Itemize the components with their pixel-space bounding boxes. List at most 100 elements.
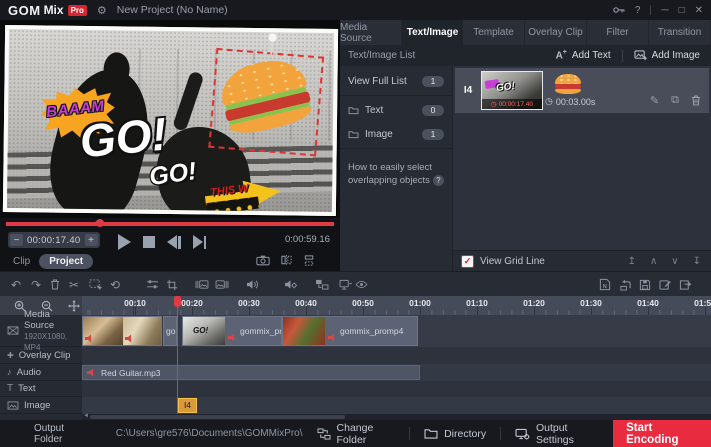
image-group-item[interactable]: Image 1 — [340, 122, 452, 146]
project-tab[interactable]: Project — [39, 254, 93, 269]
progress-marker[interactable] — [94, 217, 105, 228]
tab-filter[interactable]: Filter — [587, 20, 649, 45]
license-key-icon[interactable] — [613, 6, 625, 14]
go-text-small: GO! — [148, 157, 199, 192]
folder-icon — [348, 106, 359, 115]
preview-progress-bar[interactable] — [6, 222, 334, 226]
track-header-text[interactable]: T Text — [0, 381, 82, 397]
next-frame-button[interactable] — [193, 235, 207, 249]
view-grid-line-checkbox[interactable]: ✓ — [461, 255, 474, 268]
directory-button[interactable]: Directory — [410, 420, 500, 447]
insert-image-left-icon[interactable] — [194, 277, 210, 292]
scroll-left-icon[interactable]: ◄ — [83, 413, 89, 419]
image-item-row[interactable]: I4 GO! ◷00:00:17.40 ◷00:03.00s ✎ ⧉ — [455, 68, 709, 113]
gom-logo: GOM — [8, 3, 41, 18]
track-header-media[interactable]: Media Source1920X1080, MP4 — [0, 315, 82, 347]
move-down-icon[interactable]: ∨ — [671, 256, 678, 267]
audio-settings-icon[interactable] — [283, 277, 299, 292]
help-icon[interactable]: ? — [635, 5, 641, 16]
minimize-button[interactable]: ─ — [661, 5, 668, 16]
time-increment-button[interactable]: + — [85, 234, 98, 246]
new-project-icon[interactable]: N — [597, 277, 613, 292]
delete-item-icon[interactable] — [691, 94, 701, 107]
text-track-icon: T — [7, 383, 13, 394]
duplicate-item-icon[interactable]: ⧉ — [671, 94, 679, 107]
delete-icon[interactable] — [47, 277, 63, 292]
burger-selection-box[interactable] — [208, 48, 324, 157]
insert-image-right-icon[interactable] — [214, 277, 230, 292]
item-burger-thumbnail[interactable] — [555, 74, 581, 95]
tab-template[interactable]: Template — [463, 20, 525, 45]
flip-vertical-icon[interactable] — [303, 254, 316, 266]
clip-tab[interactable]: Clip — [8, 254, 35, 269]
extract-frame-icon[interactable] — [337, 277, 353, 292]
open-project-icon[interactable] — [617, 277, 633, 292]
select-marquee-icon[interactable] — [87, 277, 103, 292]
media-clip-1[interactable] — [82, 316, 162, 346]
change-folder-button[interactable]: Change Folder — [303, 420, 410, 447]
divider — [340, 148, 452, 149]
music-note-icon: ♪ — [7, 367, 12, 378]
move-up-icon[interactable]: ∧ — [650, 256, 657, 267]
count-badge: 0 — [422, 105, 444, 116]
play-button[interactable] — [118, 234, 131, 250]
scrollbar-thumb[interactable] — [90, 415, 345, 419]
rotate-selection-icon[interactable]: ⟲ — [107, 277, 123, 292]
tab-transition[interactable]: Transition — [649, 20, 711, 45]
output-settings-button[interactable]: Output Settings — [501, 420, 611, 447]
total-duration: 0:00:59.16 — [285, 234, 330, 245]
split-scissors-icon[interactable]: ✂ — [66, 277, 82, 292]
adjust-sliders-icon[interactable] — [144, 277, 160, 292]
item-video-thumbnail[interactable]: GO! ◷00:00:17.40 — [481, 71, 543, 110]
add-text-button[interactable]: A+ Add Text — [545, 45, 622, 66]
maximize-button[interactable]: □ — [679, 5, 685, 16]
directory-folder-icon — [424, 428, 438, 439]
track-header-overlay[interactable]: ✚ Overlay Clip — [0, 347, 82, 364]
help-text[interactable]: How to easily select overlapping objects… — [340, 151, 452, 197]
redo-icon[interactable]: ↷ — [28, 277, 44, 292]
snapshot-camera-icon[interactable] — [256, 254, 270, 266]
save-as-icon[interactable] — [657, 277, 673, 292]
burger-image[interactable] — [216, 53, 316, 141]
right-panel: Media SourceText/ImageTemplateOverlay Cl… — [340, 20, 711, 271]
add-text-icon: A+ — [556, 49, 567, 61]
audio-volume-icon[interactable] — [244, 277, 260, 292]
crop-icon[interactable] — [164, 277, 180, 292]
export-project-icon[interactable] — [677, 277, 693, 292]
preview-stage[interactable]: BAAAM GO! GO! THIS W — [0, 20, 340, 218]
tab-media-source[interactable]: Media Source — [340, 20, 402, 45]
edit-item-icon[interactable]: ✎ — [650, 94, 659, 107]
time-decrement-button[interactable]: − — [10, 234, 23, 246]
titlebar-divider — [650, 5, 651, 15]
move-to-bottom-icon[interactable]: ↧ — [693, 256, 701, 267]
tab-overlay-clip[interactable]: Overlay Clip — [525, 20, 587, 45]
stop-button[interactable] — [143, 236, 155, 248]
track-header-image[interactable]: Image — [0, 397, 82, 414]
start-encoding-button[interactable]: Start Encoding — [613, 420, 711, 447]
pip-track-icon[interactable] — [314, 277, 330, 292]
text-group-item[interactable]: Text 0 — [340, 98, 452, 122]
media-clip-2[interactable]: go... — [163, 316, 177, 346]
tab-text-image[interactable]: Text/Image — [402, 20, 463, 45]
preview-eye-icon[interactable] — [353, 277, 369, 292]
timeline-playhead[interactable] — [177, 296, 178, 414]
view-full-list-item[interactable]: View Full List 1 — [340, 69, 452, 93]
media-clip-3[interactable]: GO! gommix_promp4 — [182, 316, 282, 346]
close-button[interactable]: ✕ — [695, 5, 703, 16]
track-header-audio[interactable]: ♪ Audio — [0, 364, 82, 381]
settings-gear-icon[interactable]: ⚙ — [97, 4, 107, 17]
save-project-icon[interactable] — [637, 277, 653, 292]
move-to-top-icon[interactable]: ↥ — [628, 256, 636, 267]
media-track-icon — [7, 326, 19, 335]
media-clip-4[interactable]: gommix_promp4 — [282, 316, 418, 346]
clip-audio-icon — [87, 368, 96, 377]
previous-frame-button[interactable] — [167, 235, 181, 249]
add-image-button[interactable]: Add Image — [623, 45, 711, 66]
help-question-icon[interactable]: ? — [433, 175, 444, 186]
image-clip-i4[interactable]: I4 — [178, 398, 197, 413]
flip-horizontal-icon[interactable] — [280, 254, 293, 266]
undo-icon[interactable]: ↶ — [8, 277, 24, 292]
playhead-handle[interactable] — [174, 296, 181, 307]
item-duration: ◷00:03.00s — [545, 96, 595, 107]
audio-clip[interactable]: Red Guitar.mp3 — [82, 365, 420, 380]
